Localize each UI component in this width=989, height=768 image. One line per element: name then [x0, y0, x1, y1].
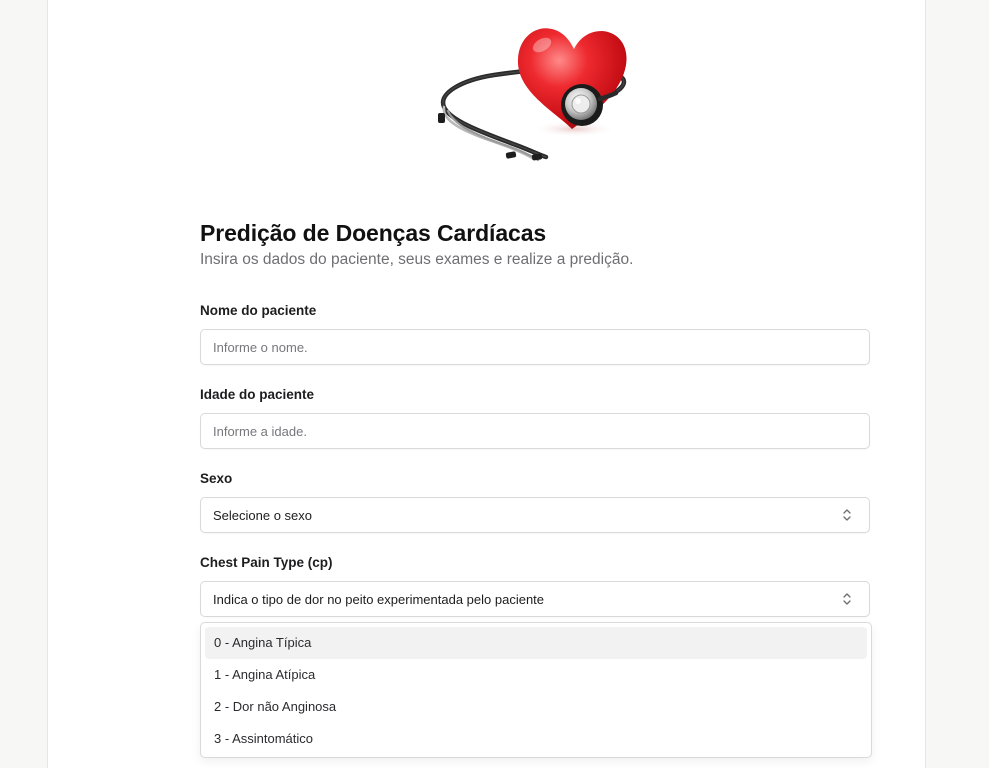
chest-pain-option-0[interactable]: 0 - Angina Típica — [205, 627, 867, 659]
chest-pain-type-select-value: Indica o tipo de dor no peito experiment… — [213, 591, 545, 607]
page-card: Predição de Doenças Cardíacas Insira os … — [47, 0, 926, 768]
chest-pain-type-select[interactable]: Indica o tipo de dor no peito experiment… — [200, 581, 870, 617]
chest-pain-option-2[interactable]: 2 - Dor não Anginosa — [205, 691, 867, 723]
sex-select[interactable]: Selecione o sexo — [200, 497, 870, 533]
chevron-up-down-icon — [841, 508, 853, 522]
patient-age-label: Idade do paciente — [200, 387, 315, 402]
form-content: Predição de Doenças Cardíacas Insira os … — [200, 218, 872, 758]
heart-stethoscope-image — [424, 11, 644, 174]
heart-stethoscope-icon — [438, 28, 627, 162]
sex-select-value: Selecione o sexo — [213, 507, 313, 523]
chest-pain-option-3[interactable]: 3 - Assintomático — [205, 723, 867, 755]
patient-name-label: Nome do paciente — [200, 303, 317, 318]
page-subtitle: Insira os dados do paciente, seus exames… — [200, 251, 634, 268]
chevron-up-down-icon — [841, 592, 853, 606]
patient-age-input[interactable] — [200, 413, 870, 449]
page-title: Predição de Doenças Cardíacas — [200, 220, 547, 246]
sex-label: Sexo — [200, 471, 233, 486]
chest-pain-option-1[interactable]: 1 - Angina Atípica — [205, 659, 867, 691]
chest-pain-type-label: Chest Pain Type (cp) — [200, 555, 333, 570]
chest-pain-type-dropdown: 0 - Angina Típica 1 - Angina Atípica 2 -… — [200, 622, 872, 758]
patient-name-input[interactable] — [200, 329, 870, 365]
